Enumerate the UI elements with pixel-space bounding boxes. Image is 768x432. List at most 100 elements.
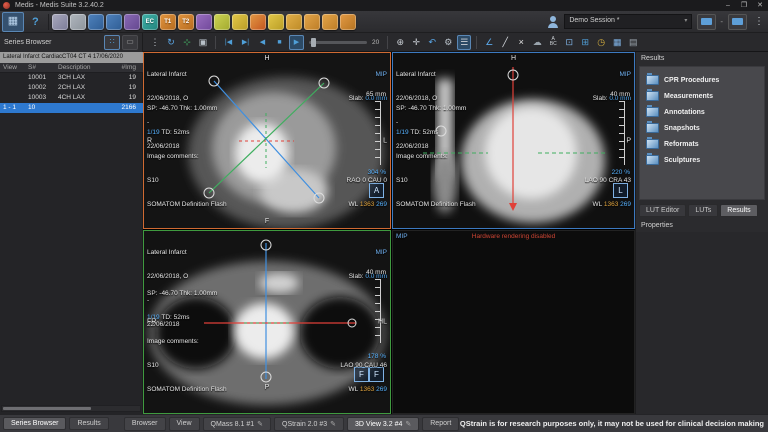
app-icon-12[interactable] <box>250 14 266 30</box>
app-icon-2[interactable] <box>70 14 86 30</box>
app-icon-9[interactable] <box>196 14 212 30</box>
rotate-tool-icon[interactable]: ↶ <box>425 35 439 50</box>
slider-track[interactable] <box>309 41 367 44</box>
crosshair-icon[interactable]: ⊹ <box>180 35 194 50</box>
apps-menu-button[interactable]: ▦ <box>2 12 24 32</box>
app-icon-15[interactable] <box>304 14 320 30</box>
image-export-icon[interactable]: ▦ <box>610 35 624 50</box>
layout-dual-screen-button[interactable] <box>728 14 747 30</box>
scale-ruler <box>619 101 625 165</box>
go-last-button[interactable]: ▶| <box>238 35 253 50</box>
column-series-number[interactable]: S# <box>28 63 58 72</box>
separator <box>48 14 49 30</box>
column-view[interactable]: View <box>0 63 28 72</box>
tab-results[interactable]: Results <box>69 417 108 430</box>
horizontal-scrollbar[interactable] <box>1 405 141 412</box>
snapshot-camera-icon[interactable]: ⊡ <box>562 35 576 50</box>
app-icon-8[interactable]: T2 <box>178 14 194 30</box>
tab-qstrain-2-0-3[interactable]: QStrain 2.0 #3✎ <box>274 417 344 431</box>
tab-qmass-8-1-1[interactable]: QMass 8.1 #1✎ <box>203 417 271 431</box>
angulation-info: LAO 90 CRA 43 WL 1363 269 <box>585 161 631 225</box>
series-row[interactable]: 100013CH LAX19 <box>0 73 143 83</box>
tab-3d-view-3-2-4[interactable]: 3D View 3.2 #4✎ <box>347 417 419 431</box>
app-icon-7[interactable]: T1 <box>160 14 176 30</box>
app-icon-3[interactable] <box>88 14 104 30</box>
close-button[interactable]: ✕ <box>752 0 768 11</box>
overflow-menu-icon[interactable]: ⋮ <box>754 16 764 27</box>
minimize-button[interactable]: – <box>720 0 736 11</box>
series-row[interactable]: 1 - 1102166 <box>0 103 143 113</box>
stop-button[interactable]: ■ <box>272 35 287 50</box>
tab-lut-editor[interactable]: LUT Editor <box>639 204 686 217</box>
series-cell <box>58 103 110 113</box>
edit-tab-icon[interactable]: ✎ <box>257 421 263 428</box>
app-icon-5[interactable] <box>124 14 140 30</box>
grid-view-button[interactable]: ∷ <box>104 35 120 50</box>
tab-report[interactable]: Report <box>422 417 459 431</box>
app-icon-17[interactable] <box>340 14 356 30</box>
clipboard-copy-icon[interactable]: ▤ <box>626 35 640 50</box>
viewport-3d[interactable]: MIP Hardware rendering disabled <box>392 230 635 414</box>
cine-speed-slider[interactable]: 20 <box>309 39 379 46</box>
folder-icon <box>646 123 659 133</box>
kebab-menu-icon[interactable]: ⋮ <box>148 35 162 50</box>
tab-results[interactable]: Results <box>720 204 757 217</box>
series-cell <box>0 83 28 93</box>
results-tree-item[interactable]: Measurements <box>640 88 764 104</box>
results-tree-item[interactable]: Reformats <box>640 136 764 152</box>
column-img-count[interactable]: #Img <box>110 63 136 72</box>
scrollbar-thumb[interactable] <box>3 407 91 410</box>
layout-grid-icon[interactable]: ⊞ <box>578 35 592 50</box>
series-row[interactable]: 100022CH LAX19 <box>0 83 143 93</box>
pan-tool-icon[interactable]: ✛ <box>409 35 423 50</box>
rendering-options-icon[interactable]: ☰ <box>457 35 471 50</box>
app-icon-1[interactable] <box>52 14 68 30</box>
app-icon-6[interactable]: EC <box>142 14 158 30</box>
session-select[interactable]: Demo Session * ▾ <box>564 14 692 29</box>
help-button[interactable]: ? <box>32 16 39 28</box>
screen-layout-icon[interactable]: ▣ <box>196 35 210 50</box>
app-icon-13[interactable] <box>268 14 284 30</box>
tab-luts[interactable]: LUTs <box>688 204 718 217</box>
list-view-button[interactable]: ▭ <box>122 35 138 50</box>
angle-measurement-icon[interactable]: ∠ <box>482 35 496 50</box>
layout-single-screen-button[interactable] <box>697 14 716 30</box>
app-icon-16[interactable] <box>322 14 338 30</box>
sculpt-tool-icon[interactable]: ☁ <box>530 35 544 50</box>
maximize-button[interactable]: ❐ <box>736 0 752 11</box>
separator <box>215 36 216 49</box>
line-measurement-icon[interactable]: ╱ <box>498 35 512 50</box>
viewport-oblique[interactable]: Lateral Infarct 22/06/2018, O - 22/06/20… <box>143 52 391 229</box>
column-description[interactable]: Description <box>58 63 110 72</box>
text-annotation-icon[interactable]: A BC <box>546 35 560 50</box>
edit-tab-icon[interactable]: ✎ <box>405 421 411 428</box>
series-browser-title: Series Browser <box>4 39 51 46</box>
slider-thumb[interactable] <box>311 38 316 47</box>
app-icon-10[interactable] <box>214 14 230 30</box>
app-icon-11[interactable] <box>232 14 248 30</box>
results-tree-item[interactable]: CPR Procedures <box>640 72 764 88</box>
tab-series-browser[interactable]: Series Browser <box>3 417 66 430</box>
app-icon-14[interactable] <box>286 14 302 30</box>
app-icon-4[interactable] <box>106 14 122 30</box>
edit-tab-icon[interactable]: ✎ <box>330 421 336 428</box>
viewport-axial[interactable]: Lateral Infarct 22/06/2018, O - 22/06/20… <box>143 230 391 414</box>
series-cell: 10 <box>28 103 58 113</box>
window-level-settings-icon[interactable]: ⚙ <box>441 35 455 50</box>
results-tree-item[interactable]: Snapshots <box>640 120 764 136</box>
orientation-compass-icon[interactable]: ◷ <box>594 35 608 50</box>
results-tree-item[interactable]: Annotations <box>640 104 764 120</box>
delete-annotation-icon[interactable]: × <box>514 35 528 50</box>
series-row[interactable]: 100034CH LAX19 <box>0 93 143 103</box>
session-value: Demo Session * <box>569 15 619 28</box>
zoom-tool-icon[interactable]: ⊕ <box>393 35 407 50</box>
tab-browser[interactable]: Browser <box>124 417 166 431</box>
go-first-button[interactable]: |◀ <box>221 35 236 50</box>
study-tab[interactable]: Lateral Infarct CardiacCT04 CT 4 17/06/2… <box>0 52 143 63</box>
viewport-sagittal[interactable]: Lateral Infarct 22/06/2018, O - 22/06/20… <box>392 52 635 229</box>
play-button[interactable]: ▶ <box>289 35 304 50</box>
reset-view-icon[interactable]: ↻ <box>164 35 178 50</box>
tab-view[interactable]: View <box>169 417 200 431</box>
play-backward-button[interactable]: ◀ <box>255 35 270 50</box>
results-tree-item[interactable]: Sculptures <box>640 152 764 168</box>
